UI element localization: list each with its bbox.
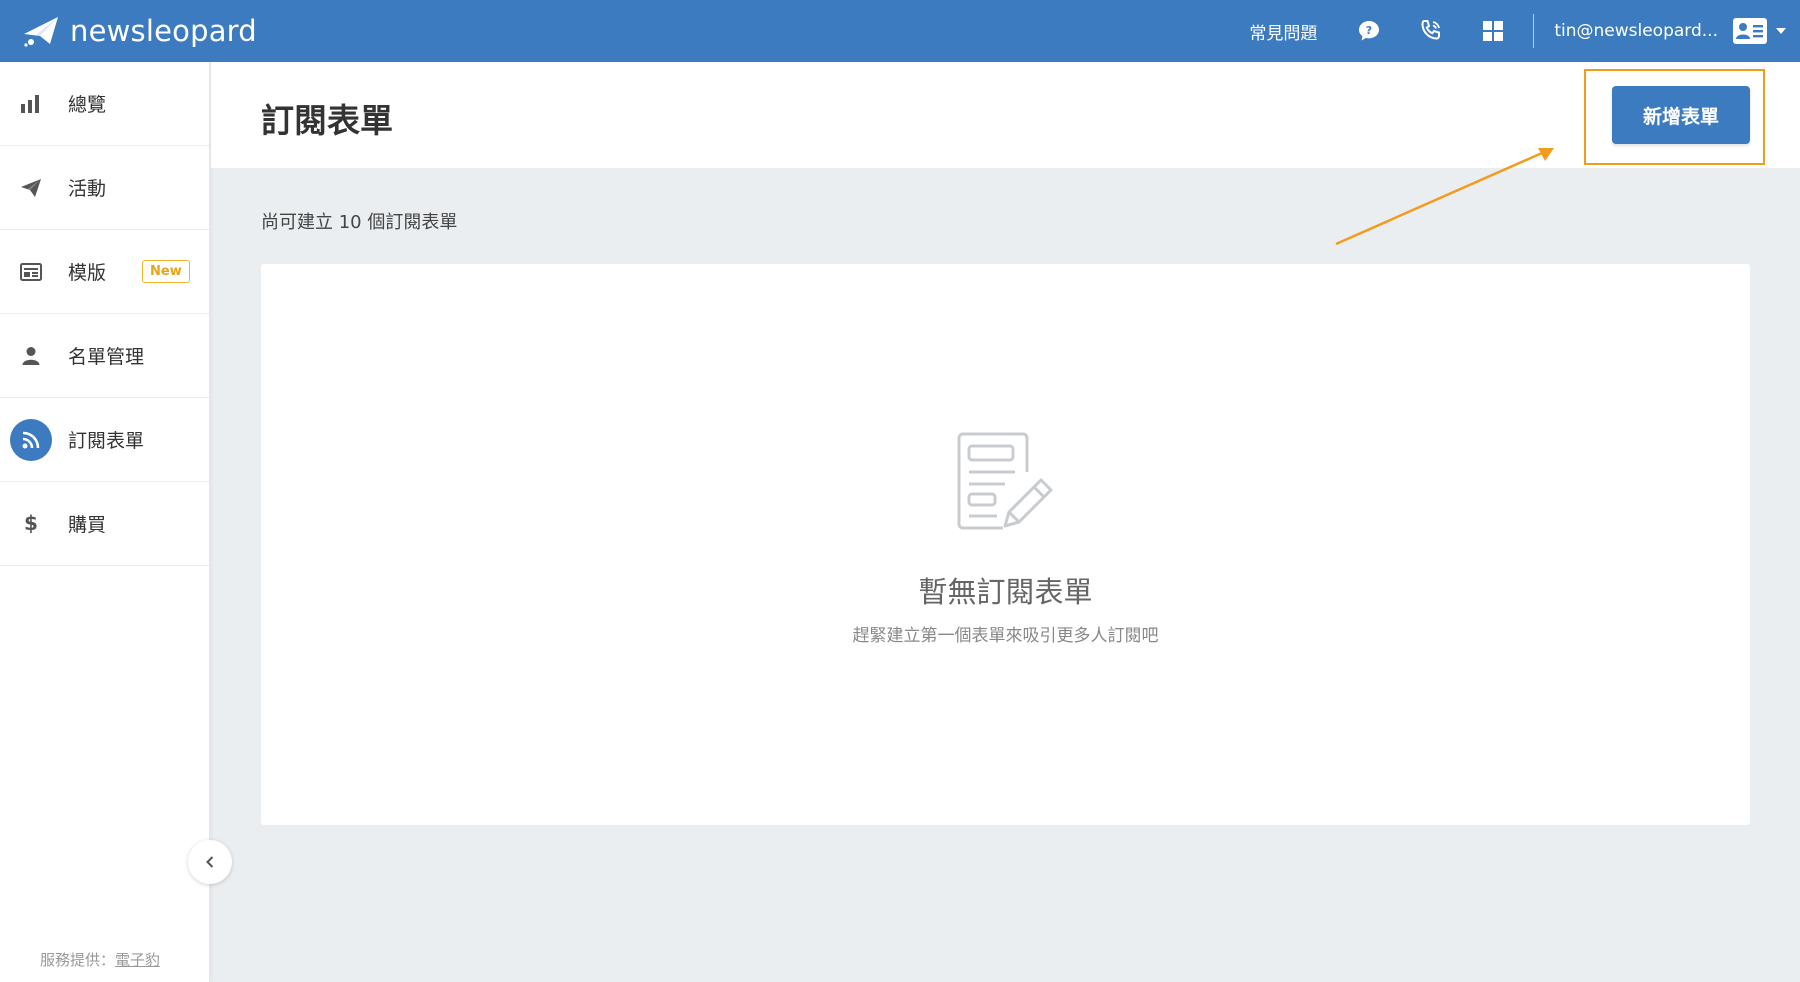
- sidebar-item-templates[interactable]: 模版 New: [0, 230, 209, 314]
- phone-icon[interactable]: [1417, 17, 1445, 45]
- new-form-button[interactable]: 新增表單: [1612, 86, 1750, 144]
- chat-question-icon[interactable]: ?: [1355, 17, 1383, 45]
- sidebar-item-label: 總覽: [68, 94, 107, 116]
- sidebar-item-label: 活動: [68, 178, 107, 200]
- chevron-left-icon: [206, 856, 214, 868]
- sidebar-item-subscription-forms[interactable]: 訂閱表單: [0, 398, 209, 482]
- sidebar-item-label: 名單管理: [68, 346, 145, 368]
- sidebar-item-contacts[interactable]: 名單管理: [0, 314, 209, 398]
- sidebar-item-label: 訂閱表單: [68, 430, 145, 452]
- footer-credit-prefix: 服務提供：: [40, 951, 116, 969]
- sidebar-item-campaigns[interactable]: 活動: [0, 146, 209, 230]
- rss-icon: [10, 418, 52, 461]
- paper-plane-icon: [10, 167, 52, 209]
- topbar-divider: [1533, 14, 1535, 48]
- dollar-icon: $: [10, 503, 52, 545]
- footer-credit: 服務提供：電子豹: [40, 949, 160, 970]
- empty-state-subtitle: 趕緊建立第一個表單來吸引更多人訂閱吧: [852, 626, 1159, 646]
- sidebar-item-overview[interactable]: 總覽: [0, 62, 209, 146]
- sidebar-item-label: 模版: [68, 262, 107, 284]
- empty-state-title: 暫無訂閱表單: [918, 575, 1093, 609]
- svg-text:$: $: [24, 513, 38, 535]
- empty-state-card: 暫無訂閱表單 趕緊建立第一個表單來吸引更多人訂閱吧: [261, 264, 1750, 825]
- bar-chart-icon: [10, 83, 52, 125]
- sidebar-collapse-button[interactable]: [188, 840, 232, 884]
- paper-plane-logo-icon: [24, 17, 58, 47]
- contact-card-icon[interactable]: [1732, 17, 1768, 45]
- form-edit-illustration-icon: [957, 432, 1053, 530]
- page-title: 訂閱表單: [261, 101, 393, 140]
- person-icon: [10, 335, 52, 377]
- faq-link[interactable]: 常見問題: [1249, 19, 1317, 44]
- svg-text:?: ?: [1366, 24, 1372, 37]
- page-header: 訂閱表單 新增表單: [211, 62, 1800, 168]
- user-email[interactable]: tin@newsleopard...: [1554, 21, 1718, 41]
- remaining-forms-text: 尚可建立 10 個訂閱表單: [261, 212, 458, 233]
- apps-grid-icon[interactable]: [1479, 17, 1507, 45]
- top-navbar: newsleopard 常見問題 ? tin@newsleopard...: [0, 0, 1800, 62]
- template-icon: [10, 251, 52, 293]
- footer-credit-link[interactable]: 電子豹: [115, 951, 160, 969]
- brand-logo[interactable]: newsleopard: [22, 0, 257, 62]
- sidebar-item-label: 購買: [68, 514, 107, 536]
- brand-name: newsleopard: [70, 14, 257, 48]
- sidebar: 總覽 活動 模版 New 名單管理 訂閱表單 $ 購買 服務提供：電子豹: [0, 62, 210, 982]
- sidebar-item-purchase[interactable]: $ 購買: [0, 482, 209, 566]
- new-badge: New: [142, 260, 190, 283]
- chevron-down-icon[interactable]: [1776, 28, 1786, 34]
